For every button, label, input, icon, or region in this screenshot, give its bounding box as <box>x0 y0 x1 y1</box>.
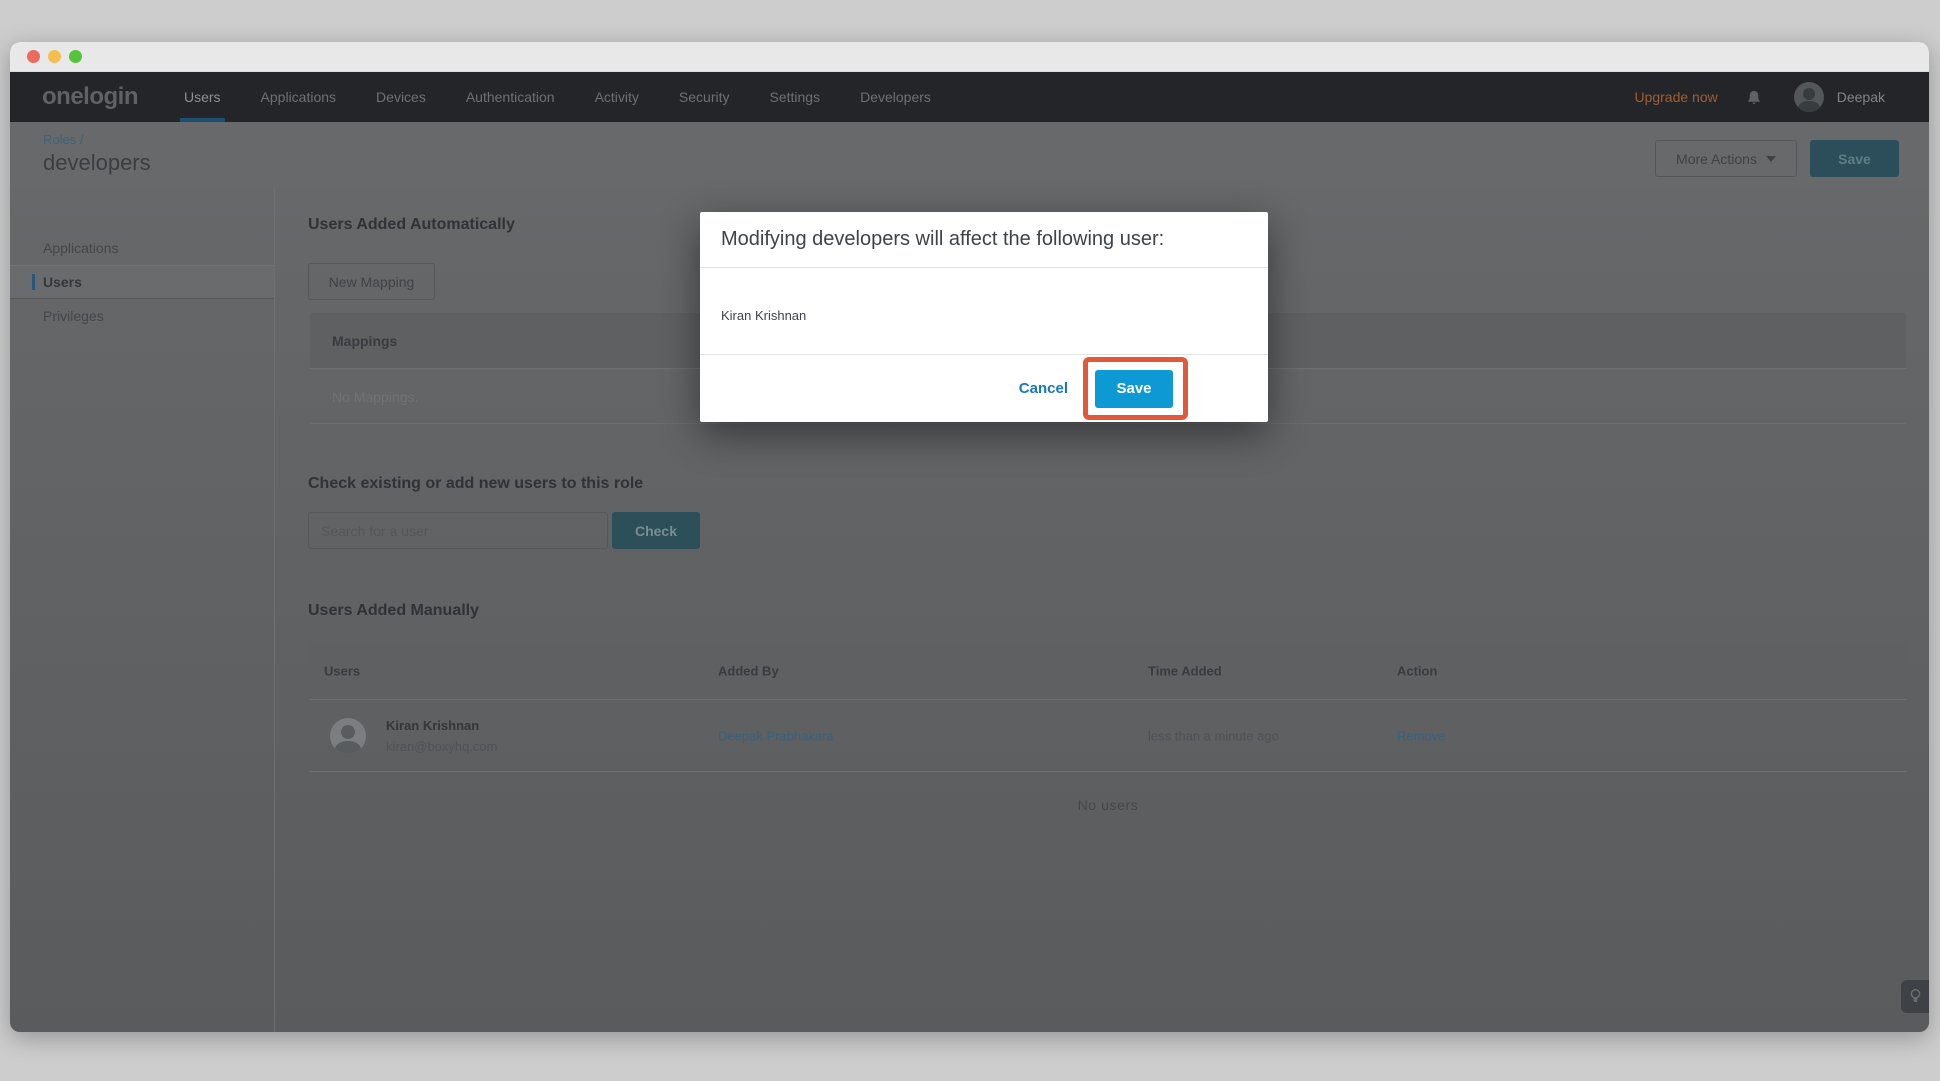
sidebar: Applications Users Privileges <box>10 188 275 1032</box>
nav-item-authentication[interactable]: Authentication <box>466 72 555 122</box>
window-titlebar <box>10 42 1929 72</box>
nav-right-cluster: Upgrade now Deepak <box>1634 72 1885 122</box>
new-mapping-button[interactable]: New Mapping <box>308 263 435 300</box>
nav-item-users[interactable]: Users <box>184 72 221 122</box>
sidebar-item-applications[interactable]: Applications <box>10 231 274 265</box>
close-window-button[interactable] <box>27 50 40 63</box>
nav-item-applications[interactable]: Applications <box>261 72 337 122</box>
user-name-email: Kiran Krishnan kiran@boxyhq.com <box>386 718 497 754</box>
traffic-lights <box>27 50 82 63</box>
added-by-link[interactable]: Deepak Prabhakara <box>718 728 834 743</box>
top-nav: onelogin Users Applications Devices Auth… <box>10 72 1929 122</box>
nav-item-devices[interactable]: Devices <box>376 72 426 122</box>
modal-title: Modifying developers will affect the fol… <box>700 212 1268 268</box>
more-actions-button[interactable]: More Actions <box>1655 140 1797 177</box>
upgrade-now-link[interactable]: Upgrade now <box>1634 89 1717 105</box>
nav-item-developers[interactable]: Developers <box>860 72 931 122</box>
column-header-time-added: Time Added <box>1148 664 1222 679</box>
chevron-down-icon <box>1766 156 1776 162</box>
zoom-window-button[interactable] <box>69 50 82 63</box>
time-added-cell: less than a minute ago <box>1148 728 1279 743</box>
check-button[interactable]: Check <box>612 512 700 549</box>
user-email: kiran@boxyhq.com <box>386 739 497 754</box>
nav-item-security[interactable]: Security <box>679 72 730 122</box>
modal-affected-user: Kiran Krishnan <box>700 268 1268 354</box>
save-button-highlight-wrapper: Save <box>1095 370 1173 408</box>
users-added-automatically-heading: Users Added Automatically <box>308 216 515 234</box>
column-header-users: Users <box>324 664 360 679</box>
check-users-heading: Check existing or add new users to this … <box>308 475 643 493</box>
sidebar-item-privileges[interactable]: Privileges <box>10 299 274 333</box>
page-title: developers <box>43 150 1929 176</box>
notifications-bell-icon[interactable] <box>1746 89 1762 106</box>
modal-cancel-button[interactable]: Cancel <box>1019 380 1068 397</box>
search-user-input[interactable] <box>308 512 608 549</box>
nav-items: Users Applications Devices Authenticatio… <box>184 72 931 122</box>
nav-username[interactable]: Deepak <box>1837 89 1885 105</box>
confirm-modal: Modifying developers will affect the fol… <box>700 212 1268 422</box>
remove-link[interactable]: Remove <box>1397 728 1445 743</box>
onelogin-logo: onelogin <box>42 83 138 111</box>
user-name: Kiran Krishnan <box>386 718 497 733</box>
minimize-window-button[interactable] <box>48 50 61 63</box>
column-header-action: Action <box>1397 664 1437 679</box>
table-header-row: Users Added By Time Added Action <box>310 643 1906 700</box>
feedback-tab[interactable] <box>1901 980 1929 1013</box>
table-row: Kiran Krishnan kiran@boxyhq.com Deepak P… <box>310 700 1906 772</box>
modal-save-button[interactable]: Save <box>1095 370 1173 408</box>
breadcrumb[interactable]: Roles / <box>43 132 1929 147</box>
header-save-button[interactable]: Save <box>1810 140 1899 177</box>
column-header-added-by: Added By <box>718 664 779 679</box>
sidebar-item-users[interactable]: Users <box>10 265 274 299</box>
user-avatar-icon <box>330 718 366 754</box>
nav-item-settings[interactable]: Settings <box>770 72 821 122</box>
no-users-text: No users <box>310 772 1906 838</box>
modal-footer: Cancel Save <box>700 354 1268 422</box>
lightbulb-icon <box>1909 988 1922 1006</box>
avatar-person-icon <box>1803 88 1815 100</box>
more-actions-label: More Actions <box>1676 151 1757 167</box>
browser-window: onelogin Users Applications Devices Auth… <box>10 42 1929 1032</box>
users-added-manually-table: Users Added By Time Added Action Kiran K… <box>310 643 1906 838</box>
users-added-manually-heading: Users Added Manually <box>308 602 479 620</box>
user-avatar[interactable] <box>1794 82 1824 112</box>
page-header: Roles / developers More Actions Save <box>10 122 1929 188</box>
user-cell: Kiran Krishnan kiran@boxyhq.com <box>330 718 497 754</box>
nav-item-activity[interactable]: Activity <box>595 72 639 122</box>
